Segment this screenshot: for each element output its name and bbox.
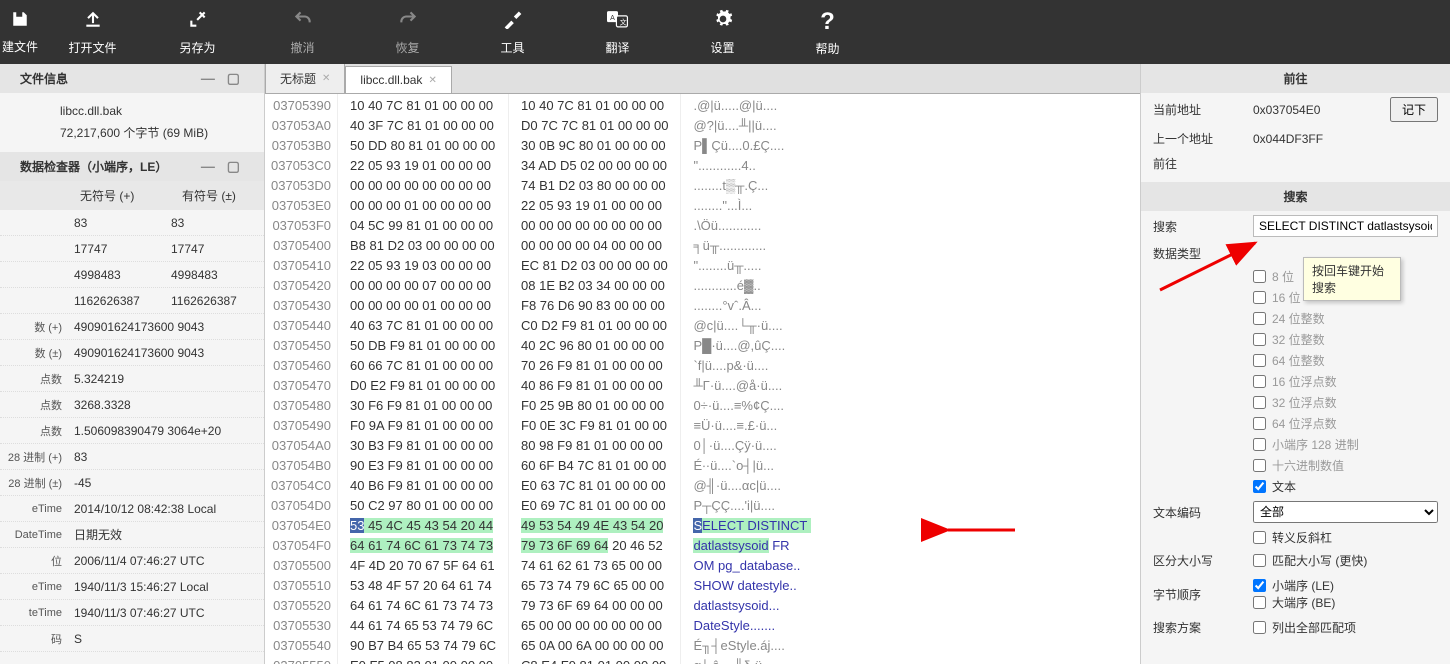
search-label: 搜索 (1153, 218, 1253, 235)
current-address-label: 当前地址 (1153, 101, 1253, 118)
datatype-checkbox[interactable]: 文本 (1253, 478, 1450, 495)
annotation-arrow-icon (1155, 235, 1265, 295)
datatype-checkbox[interactable]: 32 位浮点数 (1253, 394, 1450, 411)
goto-label: 前往 (1153, 155, 1253, 172)
inspector-row: 28 进制 (+)83 (0, 444, 264, 470)
tool-translate[interactable]: A文 翻译 (565, 0, 670, 64)
translate-icon: A文 (607, 9, 629, 35)
file-size: 72,217,600 个字节 (69 MiB) (60, 123, 264, 145)
inspector-row: 点数3268.3328 (0, 392, 264, 418)
case-label: 区分大小写 (1153, 552, 1253, 569)
endian-label: 字节顺序 (1153, 586, 1253, 603)
ascii-column[interactable]: .@|ü.....@|ü.... @?|ü....╨||ü.... P▌Çü..… (680, 94, 822, 664)
inspector-row: DateTime日期无效 (0, 522, 264, 548)
case-checkbox[interactable]: 匹配大小写 (更快) (1253, 552, 1367, 569)
inspector-row: 点数5.324219 (0, 366, 264, 392)
gear-icon (713, 9, 733, 35)
inspector-row: eTime1940/11/3 15:46:27 Local (0, 574, 264, 600)
svg-text:A: A (610, 14, 615, 21)
hex-editor: 无标题 ✕ libcc.dll.bak ✕ 03705390 037053A0 … (265, 64, 1140, 664)
encoding-label: 文本编码 (1153, 504, 1253, 521)
file-name: libcc.dll.bak (60, 101, 264, 123)
tool-help[interactable]: ? 帮助 (775, 0, 880, 64)
inspector-row: teTime1940/11/3 07:46:27 UTC (0, 600, 264, 626)
search-input[interactable] (1253, 215, 1438, 237)
inspector-row: 1774717747 (0, 236, 264, 262)
undo-icon (293, 9, 313, 35)
inspector-columns: 无符号 (+) 有符号 (±) (0, 181, 264, 210)
save-icon (11, 10, 29, 34)
wrench-icon (503, 9, 523, 35)
inspector-row: 位2006/11/4 07:46:27 UTC (0, 548, 264, 574)
goto-header: 前往 (1141, 64, 1450, 93)
inspector-row: 28 进制 (±)-45 (0, 470, 264, 496)
panel-controls[interactable]: — ▢ (201, 70, 244, 87)
tool-tools[interactable]: 工具 (460, 0, 565, 64)
redo-icon (398, 9, 418, 35)
main-toolbar: 建文件 打开文件 另存为 撤消 恢复 工具 A文 翻译 (0, 0, 1450, 64)
annotation-arrow-icon (940, 520, 1020, 540)
tool-redo[interactable]: 恢复 (355, 0, 460, 64)
note-button[interactable]: 记下 (1390, 97, 1438, 122)
inspector-row: 点数1.506098390479 3064e+20 (0, 418, 264, 444)
scheme-checkbox[interactable]: 列出全部匹配项 (1253, 619, 1356, 636)
prev-address-value: 0x044DF3FF (1253, 132, 1438, 146)
datatype-checkbox[interactable]: 64 位整数 (1253, 352, 1450, 369)
address-column: 03705390 037053A0 037053B0 037053C0 0370… (265, 94, 337, 664)
hex-view[interactable]: 03705390 037053A0 037053B0 037053C0 0370… (265, 94, 1140, 664)
encoding-select[interactable]: 全部 (1253, 501, 1438, 523)
bytes-left[interactable]: 10 40 7C 81 01 00 00 00 40 3F 7C 81 01 0… (337, 94, 508, 664)
datatype-checkbox[interactable]: 32 位整数 (1253, 331, 1450, 348)
tab-untitled[interactable]: 无标题 ✕ (265, 64, 345, 93)
tool-open[interactable]: 打开文件 (40, 0, 145, 64)
tab-libcc[interactable]: libcc.dll.bak ✕ (345, 66, 451, 93)
datatype-checkbox[interactable]: 64 位浮点数 (1253, 415, 1450, 432)
file-info-header: 文件信息 — ▢ (0, 64, 264, 93)
help-icon: ? (820, 8, 835, 36)
inspector-row: 码S (0, 626, 264, 652)
inspector-row: 49984834998483 (0, 262, 264, 288)
upload-icon (83, 9, 103, 35)
inspector-row: eTime2014/10/12 08:42:38 Local (0, 496, 264, 522)
endian-le-checkbox[interactable]: 小端序 (LE) (1253, 577, 1438, 594)
share-icon (188, 9, 208, 35)
datatype-checkbox[interactable]: 16 位浮点数 (1253, 373, 1450, 390)
tool-settings[interactable]: 设置 (670, 0, 775, 64)
inspector-header: 数据检查器（小端序，LE） — ▢ (0, 152, 264, 181)
endian-be-checkbox[interactable]: 大端序 (BE) (1253, 594, 1438, 611)
escape-checkbox[interactable]: 转义反斜杠 (1253, 529, 1450, 546)
right-sidebar: 前往 当前地址 0x037054E0 记下 上一个地址 0x044DF3FF 前… (1140, 64, 1450, 664)
left-sidebar: 文件信息 — ▢ libcc.dll.bak 72,217,600 个字节 (6… (0, 64, 265, 664)
inspector-row: 11626263871162626387 (0, 288, 264, 314)
current-address-value: 0x037054E0 (1253, 103, 1384, 117)
tool-newfile[interactable]: 建文件 (0, 0, 40, 64)
tab-bar: 无标题 ✕ libcc.dll.bak ✕ (265, 64, 1140, 94)
inspector-row: 8383 (0, 210, 264, 236)
tool-saveas[interactable]: 另存为 (145, 0, 250, 64)
datatype-checkbox[interactable]: 24 位整数 (1253, 310, 1450, 327)
tool-undo[interactable]: 撤消 (250, 0, 355, 64)
inspector-row: 数 (±)490901624173600 9043 (0, 340, 264, 366)
close-icon[interactable]: ✕ (322, 73, 330, 84)
svg-text:文: 文 (619, 17, 626, 26)
close-icon[interactable]: ✕ (428, 75, 436, 86)
bytes-right[interactable]: 10 40 7C 81 01 00 00 00 D0 7C 7C 81 01 0… (508, 94, 680, 664)
datatype-checkbox[interactable]: 小端序 128 进制 (1253, 436, 1450, 453)
datatype-checkbox[interactable]: 十六进制数值 (1253, 457, 1450, 474)
search-tooltip: 按回车键开始搜索 (1303, 257, 1401, 301)
scheme-label: 搜索方案 (1153, 619, 1253, 636)
prev-address-label: 上一个地址 (1153, 130, 1253, 147)
panel-controls[interactable]: — ▢ (201, 158, 244, 175)
search-header: 搜索 (1141, 182, 1450, 211)
inspector-row: 数 (+)490901624173600 9043 (0, 314, 264, 340)
